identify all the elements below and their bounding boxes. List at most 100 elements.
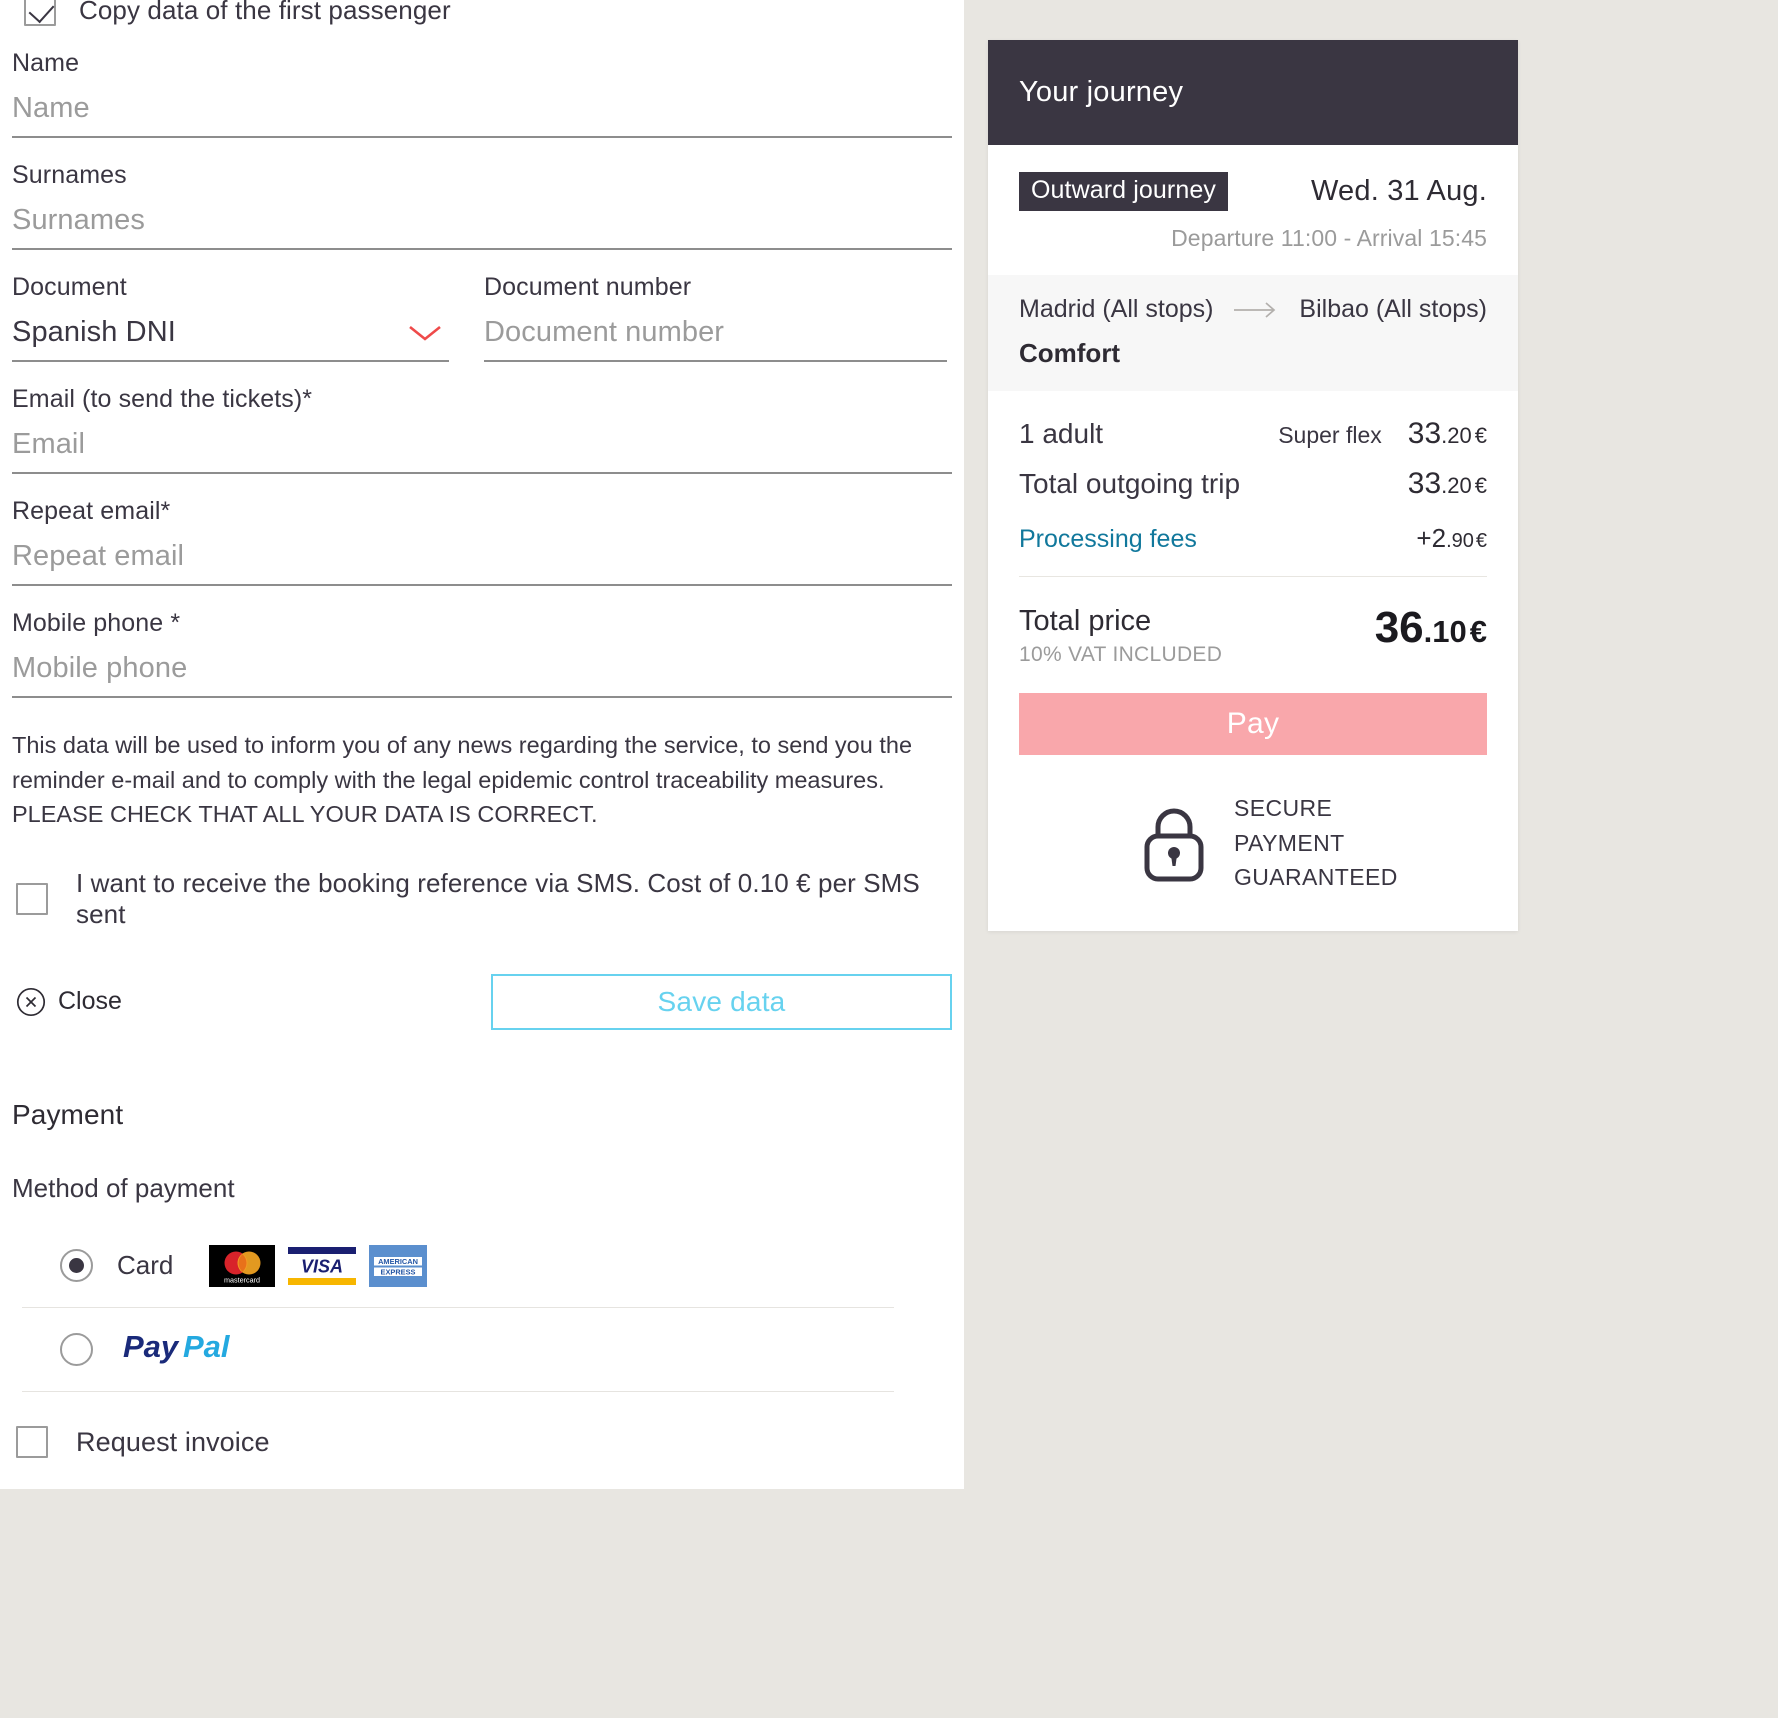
svg-text:mastercard: mastercard [224,1275,260,1284]
journey-date: Wed. 31 Aug. [1311,175,1487,207]
fare-type-label: Super flex [1278,422,1382,448]
document-number-label: Document number [484,273,692,301]
close-button[interactable]: Close [12,987,122,1017]
visa-logo-icon: VISA [287,1244,358,1287]
journey-header-block: Outward journey Wed. 31 Aug. Departure 1… [988,145,1518,275]
lock-icon [1144,808,1204,882]
surnames-placeholder: Surnames [12,204,145,236]
adult-price-int: 33 [1407,417,1442,450]
sms-option-label: I want to receive the booking reference … [76,867,920,929]
svg-text:Pal: Pal [183,1329,231,1364]
document-number-field: Document number Document number [484,272,947,362]
document-select[interactable]: Spanish DNI [12,316,449,362]
payment-method-paypal[interactable]: Pay Pal [22,1308,894,1392]
total-outgoing-price: 33.20 € [1408,467,1487,501]
checkout-page: Copy data of the first passenger Name Na… [0,0,1778,1718]
document-field: Document Spanish DNI [12,272,449,362]
pay-button[interactable]: Pay [1019,693,1487,756]
total-price-dec: .10 [1423,614,1467,649]
svg-text:Pay: Pay [123,1329,180,1364]
mastercard-logo-icon: mastercard [209,1244,276,1287]
secure-payment-block: SECURE PAYMENT GUARANTEED [988,755,1518,931]
total-price-label: Total price [1019,605,1152,637]
request-invoice-label: Request invoice [76,1426,270,1457]
payment-method-card[interactable]: Card mastercard VISA AMERICAN EXPRESS [22,1224,894,1308]
route-line: Madrid (All stops) Bilbao (All stops) [1019,295,1487,324]
card-radio[interactable] [60,1249,93,1282]
total-outgoing-currency: € [1474,473,1487,498]
sms-option-row[interactable]: I want to receive the booking reference … [12,868,952,930]
price-row-total-outgoing: Total outgoing trip 33.20 € [1019,467,1487,501]
repeat-email-field: Repeat email* Repeat email [12,496,952,586]
document-number-input[interactable]: Document number [484,316,947,362]
email-field: Email (to send the tickets)* Email [12,384,952,474]
document-selected-value: Spanish DNI [12,316,176,348]
mobile-phone-input[interactable]: Mobile phone [12,652,952,698]
processing-fees-dec: .90 [1446,530,1474,552]
total-price-row: Total price 10% VAT INCLUDED 36.10€ [988,577,1518,667]
secure-payment-text: SECURE PAYMENT GUARANTEED [1234,791,1398,895]
document-label: Document [12,273,127,301]
left-column: Copy data of the first passenger Name Na… [0,0,964,1489]
summary-header: Your journey [988,40,1518,145]
email-label: Email (to send the tickets)* [12,385,313,413]
mobile-phone-label: Mobile phone * [12,609,181,637]
surnames-field: Surnames Surnames [12,160,952,250]
mobile-phone-field: Mobile phone * Mobile phone [12,608,952,698]
copy-first-passenger-checkbox[interactable] [24,0,56,26]
secure-line-2: PAYMENT [1234,829,1345,856]
price-row-adult: 1 adult Super flex 33.20 € [1019,417,1487,451]
arrow-right-icon [1234,301,1276,318]
journey-times: Departure 11:00 - Arrival 15:45 [1171,225,1487,251]
email-placeholder: Email [12,428,86,460]
close-button-label: Close [58,987,122,1016]
name-placeholder: Name [12,92,90,124]
name-field: Name Name [12,48,952,138]
payment-section-title: Payment [12,1099,124,1130]
svg-text:AMERICAN: AMERICAN [378,1257,418,1266]
request-invoice-row[interactable]: Request invoice [12,1426,952,1458]
chevron-down-icon [409,325,441,341]
svg-text:EXPRESS: EXPRESS [381,1267,416,1276]
request-invoice-checkbox[interactable] [16,1426,48,1458]
total-price-currency: € [1469,614,1487,649]
mobile-phone-placeholder: Mobile phone [12,652,188,684]
card-label: Card [117,1250,174,1280]
total-price-labels: Total price 10% VAT INCLUDED [1019,603,1222,667]
card-logos: mastercard VISA AMERICAN EXPRESS [209,1244,428,1287]
svg-text:VISA: VISA [301,1256,343,1276]
route-origin: Madrid (All stops) [1019,295,1214,323]
name-label: Name [12,49,80,77]
adult-count-label: 1 adult [1019,418,1104,449]
adult-price-dec: .20 [1441,423,1472,448]
copy-first-passenger-row[interactable]: Copy data of the first passenger [12,0,952,26]
copy-first-passenger-label: Copy data of the first passenger [79,0,451,25]
route-block: Madrid (All stops) Bilbao (All stops) Co… [988,275,1518,391]
travel-class: Comfort [1019,338,1121,368]
paypal-radio[interactable] [60,1333,93,1366]
save-data-button[interactable]: Save data [491,973,952,1030]
repeat-email-input[interactable]: Repeat email [12,540,952,586]
paypal-logo-icon: Pay Pal [123,1326,263,1373]
vat-note: 10% VAT INCLUDED [1019,643,1223,667]
journey-summary-panel: Your journey Outward journey Wed. 31 Aug… [988,40,1518,931]
sms-option-checkbox[interactable] [16,882,48,915]
passenger-form-card: Copy data of the first passenger Name Na… [0,0,964,1068]
processing-fees-amount: +2.90 € [1416,523,1487,554]
form-actions: Close Save data [12,973,952,1030]
payment-card: Payment Method of payment Card mastercar… [0,1053,964,1489]
data-usage-disclaimer: This data will be used to inform you of … [12,732,913,828]
secure-line-1: SECURE [1234,795,1333,822]
summary-title: Your journey [1019,76,1184,108]
price-breakdown: 1 adult Super flex 33.20 € Total outgoing… [988,391,1518,577]
processing-fees-int: +2 [1416,523,1447,553]
processing-fees-row: Processing fees +2.90 € [1019,523,1487,577]
total-outgoing-label: Total outgoing trip [1019,468,1241,499]
total-outgoing-dec: .20 [1441,473,1472,498]
adult-price: 33.20 € [1408,417,1487,451]
name-input[interactable]: Name [12,92,952,138]
email-input[interactable]: Email [12,428,952,474]
processing-fees-link[interactable]: Processing fees [1019,525,1197,554]
surnames-input[interactable]: Surnames [12,204,952,250]
secure-line-3: GUARANTEED [1234,864,1398,891]
